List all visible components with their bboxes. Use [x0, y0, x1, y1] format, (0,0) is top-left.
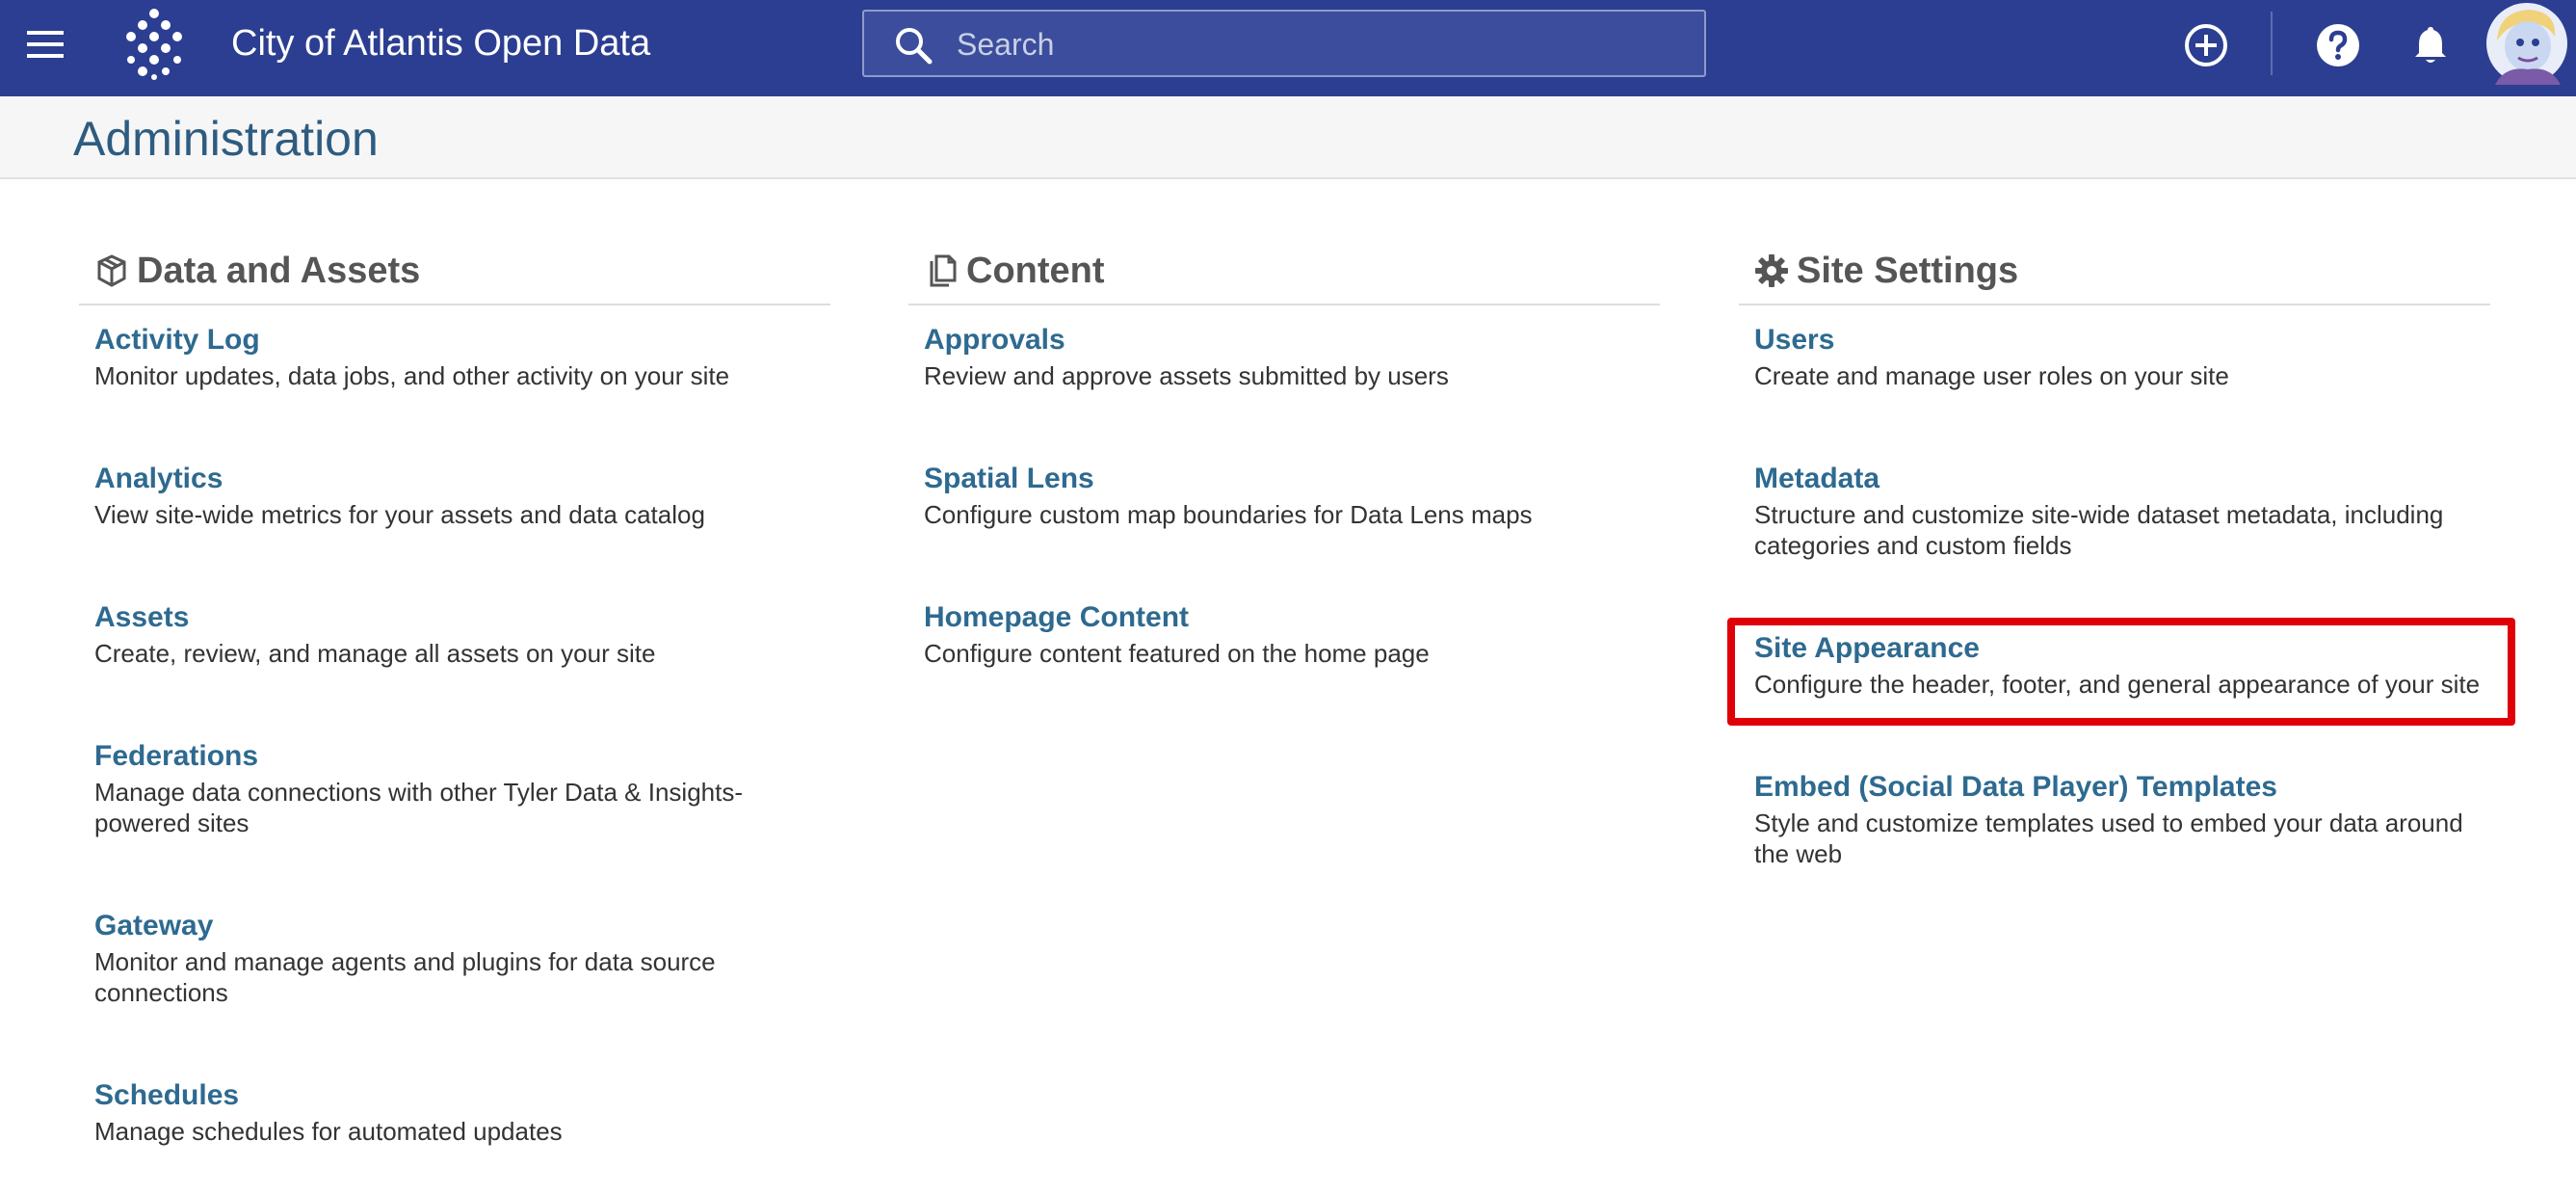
- item-description: Monitor updates, data jobs, and other ac…: [94, 361, 730, 390]
- item-description: Configure the header, footer, and genera…: [1754, 670, 2481, 699]
- users-link[interactable]: Users: [1754, 322, 2486, 358]
- metadata-link[interactable]: Metadata: [1754, 461, 2486, 497]
- admin-item-users: Users Create and manage user roles on yo…: [1754, 322, 2486, 391]
- assets-link[interactable]: Assets: [94, 599, 827, 636]
- activity-log-link[interactable]: Activity Log: [94, 322, 827, 358]
- hamburger-menu-icon[interactable]: [25, 27, 67, 62]
- item-description: Create and manage user roles on your sit…: [1754, 361, 2229, 390]
- item-description: Manage data connections with other Tyler…: [94, 777, 827, 838]
- dots-diamond-logo[interactable]: [116, 6, 193, 83]
- item-description: Review and approve assets submitted by u…: [924, 361, 1449, 390]
- page-header: Administration: [0, 96, 2576, 179]
- section-site-settings: Site Settings Users Create and manage us…: [1739, 246, 2490, 868]
- section-header: Site Settings: [1739, 246, 2490, 305]
- admin-item-metadata: Metadata Structure and customize site-wi…: [1754, 461, 2486, 561]
- item-description-line: Manage data connections with other Tyler…: [94, 778, 744, 807]
- section-title: Data and Assets: [137, 251, 421, 291]
- user-avatar[interactable]: [2485, 2, 2568, 85]
- section-title: Site Settings: [1797, 251, 2019, 291]
- approvals-link[interactable]: Approvals: [924, 322, 1656, 358]
- admin-item-federations: Federations Manage data connections with…: [94, 738, 827, 838]
- bell-icon[interactable]: [2406, 21, 2455, 69]
- item-description: Style and customize templates used to em…: [1754, 808, 2486, 869]
- item-description-line: categories and custom fields: [1754, 531, 2072, 560]
- page-title: Administration: [73, 112, 379, 166]
- admin-item-gateway: Gateway Monitor and manage agents and pl…: [94, 908, 827, 1008]
- admin-item-analytics: Analytics View site-wide metrics for you…: [94, 461, 827, 530]
- gear-icon: [1755, 254, 1788, 287]
- item-description: Configure custom map boundaries for Data…: [924, 500, 1533, 529]
- gateway-link[interactable]: Gateway: [94, 908, 827, 944]
- item-description-line: the web: [1754, 839, 1843, 868]
- analytics-link[interactable]: Analytics: [94, 461, 827, 497]
- item-description-line: Monitor and manage agents and plugins fo…: [94, 947, 716, 976]
- top-navigation-bar: City of Atlantis Open Data: [0, 0, 2576, 96]
- item-description: Structure and customize site-wide datase…: [1754, 499, 2486, 561]
- admin-item-homepage-content: Homepage Content Configure content featu…: [924, 599, 1656, 669]
- item-description: Manage schedules for automated updates: [94, 1117, 563, 1146]
- search-input[interactable]: [955, 21, 1671, 67]
- admin-item-spatial-lens: Spatial Lens Configure custom map bounda…: [924, 461, 1656, 530]
- search-box[interactable]: [862, 10, 1706, 77]
- plus-circle-icon[interactable]: [2182, 21, 2230, 69]
- item-description-line: Structure and customize site-wide datase…: [1754, 500, 2444, 529]
- admin-item-schedules: Schedules Manage schedules for automated…: [94, 1077, 827, 1147]
- item-description: View site-wide metrics for your assets a…: [94, 500, 705, 529]
- admin-item-activity-log: Activity Log Monitor updates, data jobs,…: [94, 322, 827, 391]
- item-description: Create, review, and manage all assets on…: [94, 639, 656, 668]
- schedules-link[interactable]: Schedules: [94, 1077, 827, 1114]
- copy-pages-icon: [930, 254, 957, 287]
- site-title[interactable]: City of Atlantis Open Data: [231, 21, 650, 66]
- spatial-lens-link[interactable]: Spatial Lens: [924, 461, 1656, 497]
- section-content: Content Approvals Review and approve ass…: [908, 246, 1660, 668]
- help-circle-icon[interactable]: [2314, 21, 2362, 69]
- cube-icon: [97, 254, 126, 287]
- section-header: Data and Assets: [79, 246, 830, 305]
- item-description-line: connections: [94, 978, 228, 1007]
- admin-item-approvals: Approvals Review and approve assets subm…: [924, 322, 1656, 391]
- section-data-and-assets: Data and Assets Activity Log Monitor upd…: [79, 246, 830, 1146]
- item-description-line: Style and customize templates used to em…: [1754, 809, 2463, 837]
- section-title: Content: [966, 251, 1105, 291]
- site-appearance-link[interactable]: Site Appearance: [1754, 630, 2486, 667]
- embed-templates-link[interactable]: Embed (Social Data Player) Templates: [1754, 769, 2486, 806]
- toolbar-divider: [2271, 12, 2273, 75]
- section-header: Content: [908, 246, 1660, 305]
- item-description: Monitor and manage agents and plugins fo…: [94, 946, 827, 1008]
- item-description: Configure content featured on the home p…: [924, 639, 1430, 668]
- admin-item-assets: Assets Create, review, and manage all as…: [94, 599, 827, 669]
- federations-link[interactable]: Federations: [94, 738, 827, 775]
- search-icon: [896, 28, 933, 65]
- item-description-line: powered sites: [94, 809, 250, 837]
- admin-item-site-appearance: Site Appearance Configure the header, fo…: [1754, 630, 2486, 700]
- admin-item-embed-templates: Embed (Social Data Player) Templates Sty…: [1754, 769, 2486, 869]
- homepage-content-link[interactable]: Homepage Content: [924, 599, 1656, 636]
